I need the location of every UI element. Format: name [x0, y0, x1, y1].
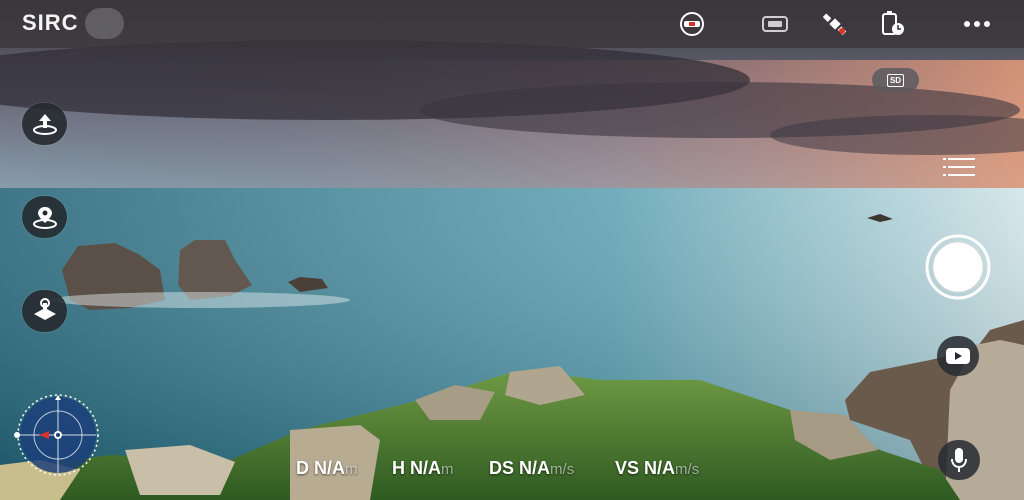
telemetry-value: N/A	[644, 458, 676, 478]
takeoff-button[interactable]	[22, 103, 67, 145]
video-mode-button[interactable]	[937, 336, 979, 376]
telemetry-label: H	[392, 458, 405, 478]
camera-gimbal-icon[interactable]	[760, 10, 790, 38]
telemetry-value: N/A	[410, 458, 442, 478]
telemetry-value: N/A	[314, 458, 346, 478]
telemetry-height: H N/Am	[392, 458, 454, 479]
joystick-calibration-icon	[33, 298, 56, 320]
telemetry-label: VS	[615, 458, 640, 478]
telemetry-distance: D N/Am	[296, 458, 358, 479]
telemetry-unit: m	[441, 461, 454, 478]
telemetry-label: D	[296, 458, 309, 478]
shutter-button[interactable]	[922, 234, 994, 300]
telemetry-vertical-speed: VS N/Am/s	[615, 458, 699, 479]
video-record-icon	[946, 348, 970, 364]
voice-control-button[interactable]	[938, 440, 980, 480]
top-bar: SIRC	[0, 0, 1024, 48]
telemetry-unit: m	[345, 461, 358, 478]
list-menu-icon[interactable]	[943, 157, 975, 177]
sd-card-badge[interactable]: SD	[872, 68, 919, 92]
compass-radar-icon[interactable]	[9, 393, 107, 477]
takeoff-icon	[32, 114, 57, 135]
battery-timer-icon[interactable]	[878, 10, 908, 38]
connection-status-indicator[interactable]	[85, 8, 124, 39]
sd-card-label: SD	[886, 73, 905, 87]
telemetry-horizontal-speed: DS N/Am/s	[489, 458, 574, 479]
joystick-button[interactable]	[22, 290, 67, 332]
telemetry-unit: m/s	[550, 461, 575, 478]
camera-feed-background	[0, 0, 1024, 500]
microphone-icon	[951, 448, 967, 472]
telemetry-unit: m/s	[675, 461, 700, 478]
more-options-icon[interactable]	[962, 10, 992, 38]
location-pin-icon	[32, 207, 57, 229]
waypoint-button[interactable]	[22, 196, 67, 238]
telemetry-value: N/A	[519, 458, 551, 478]
remote-controller-icon[interactable]	[677, 10, 707, 38]
telemetry-label: DS	[489, 458, 515, 478]
satellite-icon[interactable]	[820, 10, 850, 38]
app-logo: SIRC	[22, 10, 79, 35]
